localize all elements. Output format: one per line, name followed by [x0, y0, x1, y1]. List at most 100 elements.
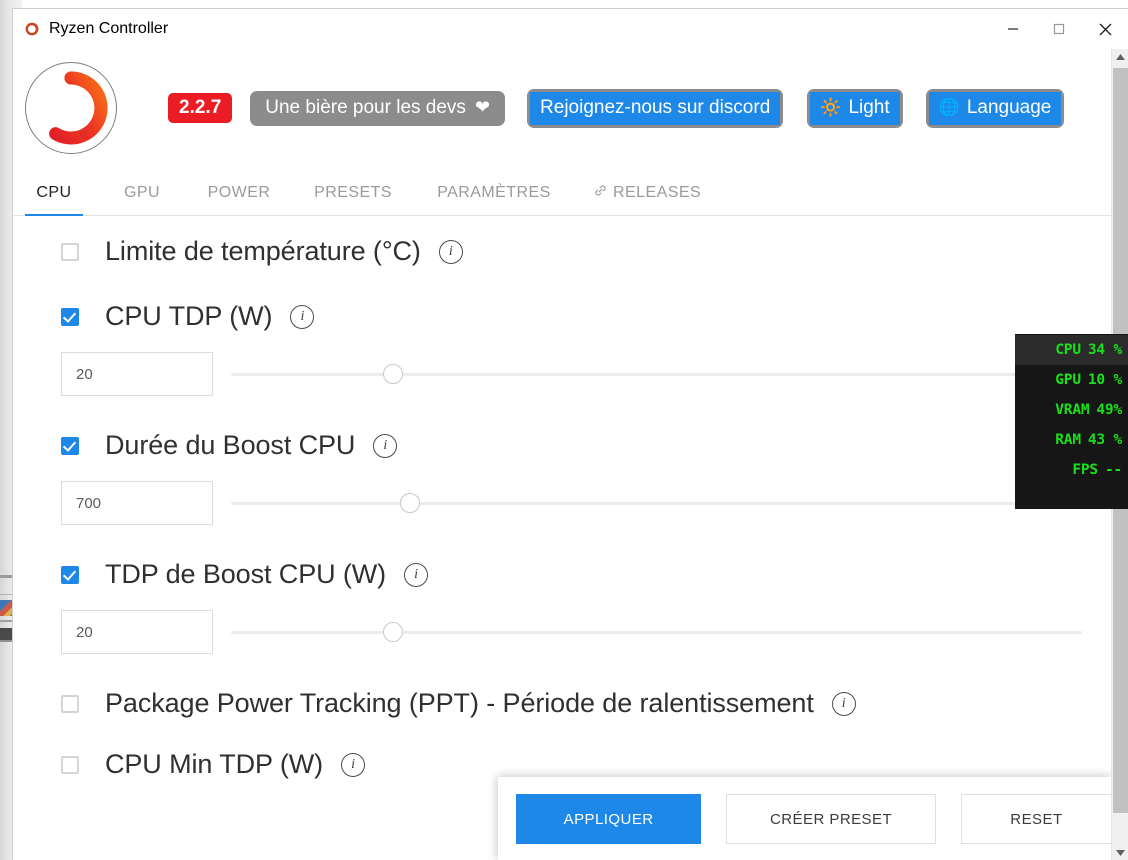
control-row-cpu-boost-time — [13, 481, 1112, 525]
setting-label-ppt-slow: Package Power Tracking (PPT) - Période d… — [105, 688, 814, 718]
slider-thumb[interactable] — [382, 364, 403, 384]
info-icon[interactable]: i — [438, 239, 463, 264]
info-icon[interactable]: i — [373, 433, 398, 458]
discord-label: Rejoignez-nous sur discord — [540, 96, 771, 118]
create-preset-button[interactable]: CRÉER PRESET — [726, 794, 936, 844]
setting-label-cpu-boost-time: Durée du Boost CPU — [105, 430, 356, 460]
globe-icon: 🌐 — [938, 97, 960, 117]
control-row-cpu-tdp — [13, 352, 1112, 396]
overlay-row-fps: FPS -- — [1015, 455, 1128, 485]
application-window: Ryzen Controller 2.2.7 Une bière pour le… — [12, 8, 1128, 860]
theme-label: Light — [848, 96, 890, 118]
checkbox-ppt-slow[interactable] — [61, 694, 79, 713]
info-icon[interactable]: i — [290, 304, 315, 329]
tab-cpu[interactable]: CPU — [25, 184, 83, 216]
overlay-row-gpu: GPU 10 % — [1015, 365, 1128, 395]
overlay-row-ram: RAM 43 % — [1015, 425, 1128, 455]
tab-gpu-label: GPU — [123, 184, 161, 201]
info-icon[interactable]: i — [404, 562, 429, 587]
setting-label-cpu-tdp: CPU TDP (W) — [105, 301, 273, 331]
tab-parametres[interactable]: PARAMÈTRES — [430, 184, 558, 215]
title-bar: Ryzen Controller — [13, 9, 1128, 49]
slider-cpu-boost-time[interactable] — [231, 492, 1082, 514]
donate-beer-label: Une bière pour les devs — [265, 96, 466, 118]
tab-presets[interactable]: PRESETS — [309, 184, 397, 215]
tab-parametres-label: PARAMÈTRES — [437, 184, 551, 201]
heart-icon: ❤ — [474, 97, 491, 117]
tab-releases-label: RELEASES — [613, 183, 702, 201]
sun-icon: 🔆 — [820, 97, 842, 117]
slider-cpu-tdp[interactable] — [231, 363, 1082, 385]
overlay-row-vram: VRAM 49% — [1015, 395, 1128, 425]
tab-power-label: POWER — [207, 184, 271, 201]
setting-row-temp-limit: Limite de température (°C) i — [13, 236, 1112, 267]
scroll-down-arrow-icon[interactable] — [1112, 844, 1128, 860]
content-area: 2.2.7 Une bière pour les devs ❤ Rejoigne… — [13, 49, 1112, 860]
monitoring-overlay: CPU 34 % GPU 10 % VRAM 49% RAM 43 % FPS … — [1015, 334, 1128, 509]
setting-label-cpu-min-tdp: CPU Min TDP (W) — [105, 749, 324, 779]
window-title: Ryzen Controller — [49, 20, 169, 37]
checkbox-cpu-boost-time[interactable] — [61, 436, 79, 455]
checkbox-cpu-tdp[interactable] — [61, 307, 79, 326]
maximize-icon[interactable] — [1036, 9, 1082, 49]
input-cpu-boost-tdp[interactable] — [61, 610, 213, 654]
overlay-label-gpu: GPU — [1055, 372, 1081, 388]
checkbox-cpu-min-tdp[interactable] — [61, 755, 79, 774]
setting-label-cpu-boost-tdp: TDP de Boost CPU (W) — [105, 559, 387, 589]
settings-list: Limite de température (°C) i CPU TDP (W)… — [13, 216, 1112, 780]
setting-label-temp-limit: Limite de température (°C) — [105, 236, 421, 266]
overlay-value-fps: -- — [1104, 462, 1122, 478]
slider-track — [231, 373, 1082, 376]
overlay-value-ram: 43 % — [1087, 432, 1122, 448]
tab-power[interactable]: POWER — [201, 184, 277, 215]
checkbox-cpu-boost-tdp[interactable] — [61, 565, 79, 584]
input-cpu-tdp[interactable] — [61, 352, 213, 396]
title-bar-left: Ryzen Controller — [13, 20, 168, 38]
link-icon — [593, 183, 608, 202]
tab-releases[interactable]: RELEASES — [593, 183, 701, 215]
overlay-label-cpu: CPU — [1055, 342, 1081, 358]
setting-row-cpu-min-tdp: CPU Min TDP (W) i — [13, 749, 1112, 780]
overlay-label-ram: RAM — [1055, 432, 1081, 448]
slider-cpu-boost-tdp[interactable] — [231, 621, 1082, 643]
minimize-icon[interactable] — [990, 9, 1036, 49]
reset-button[interactable]: RESET — [960, 794, 1112, 844]
tab-bar: CPU GPU POWER PRESETS PARAMÈTRES RELEASE… — [13, 167, 1112, 216]
overlay-value-vram: 49% — [1096, 402, 1122, 418]
ryzen-ring-logo — [25, 62, 117, 154]
apply-button[interactable]: APPLIQUER — [516, 794, 702, 844]
overlay-label-vram: VRAM — [1055, 402, 1090, 418]
tab-cpu-label: CPU — [36, 184, 72, 201]
overlay-value-gpu: 10 % — [1087, 372, 1122, 388]
theme-toggle-button[interactable]: 🔆 Light — [807, 88, 903, 128]
language-label: Language — [966, 96, 1052, 118]
info-icon[interactable]: i — [341, 752, 366, 777]
action-bar: APPLIQUER CRÉER PRESET RESET — [498, 777, 1112, 860]
language-button[interactable]: 🌐 Language — [925, 88, 1065, 128]
close-icon[interactable] — [1082, 9, 1128, 49]
input-cpu-boost-time[interactable] — [61, 481, 213, 525]
overlay-value-cpu: 34 % — [1087, 342, 1122, 358]
discord-button[interactable]: Rejoignez-nous sur discord — [527, 88, 784, 128]
tab-gpu[interactable]: GPU — [113, 184, 171, 215]
ryzen-logo-icon — [24, 21, 40, 37]
info-icon[interactable]: i — [831, 691, 856, 716]
checkbox-temp-limit[interactable] — [61, 242, 79, 261]
slider-thumb[interactable] — [399, 493, 420, 513]
slider-track — [231, 502, 1082, 505]
slider-track — [231, 631, 1082, 634]
setting-row-cpu-boost-time: Durée du Boost CPU i — [13, 430, 1112, 461]
tab-presets-label: PRESETS — [314, 184, 392, 201]
setting-row-cpu-tdp: CPU TDP (W) i — [13, 301, 1112, 332]
setting-row-ppt-slow: Package Power Tracking (PPT) - Période d… — [13, 688, 1112, 719]
scroll-up-arrow-icon[interactable] — [1112, 49, 1128, 66]
setting-row-cpu-boost-tdp: TDP de Boost CPU (W) i — [13, 559, 1112, 590]
donate-beer-button[interactable]: Une bière pour les devs ❤ — [250, 90, 506, 126]
slider-thumb[interactable] — [382, 622, 403, 642]
overlay-label-fps: FPS — [1072, 462, 1098, 478]
